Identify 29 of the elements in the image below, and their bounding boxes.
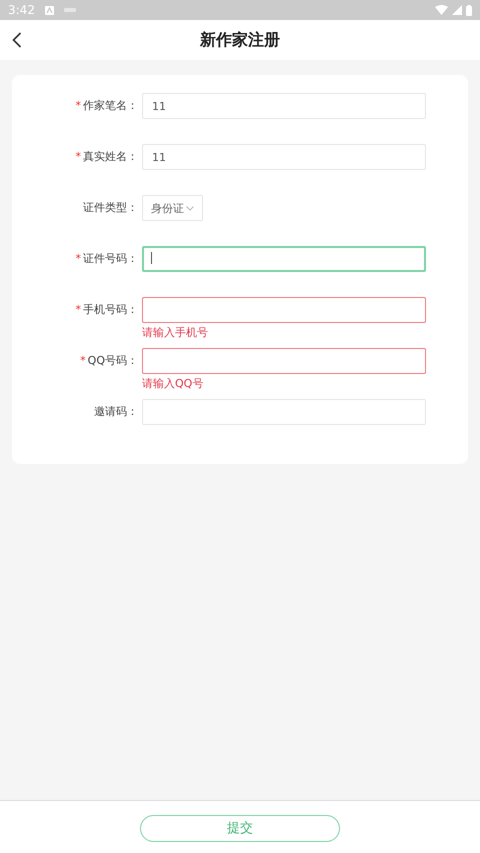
input-field[interactable]: 11	[142, 144, 426, 170]
notification-icon	[64, 7, 76, 13]
back-icon[interactable]	[12, 32, 22, 48]
input-field[interactable]	[142, 348, 426, 374]
required-mark: *	[76, 303, 81, 316]
required-mark: *	[76, 150, 81, 163]
required-mark: *	[76, 252, 81, 265]
field-label: 手机号码：	[83, 303, 138, 316]
notification-icon	[44, 6, 54, 14]
field-label: 证件号码：	[83, 252, 138, 265]
wifi-icon	[435, 5, 448, 15]
field-label: QQ号码：	[88, 354, 138, 367]
input-field[interactable]	[142, 246, 426, 272]
chevron-down-icon	[186, 206, 194, 210]
field-label: 邀请码：	[94, 405, 138, 418]
error-message: 请输入QQ号	[142, 376, 204, 391]
text-cursor	[151, 252, 152, 264]
error-message: 请输入手机号	[142, 325, 209, 340]
page-title: 新作家注册	[200, 30, 280, 50]
dropdown[interactable]: 身份证	[142, 195, 203, 221]
field-label: 证件类型：	[83, 201, 138, 214]
battery-icon	[466, 4, 472, 16]
input-field[interactable]: 11	[142, 93, 426, 119]
required-mark: *	[80, 354, 86, 367]
field-label: 真实姓名：	[83, 150, 138, 163]
required-mark: *	[76, 99, 81, 112]
signal-icon	[452, 5, 462, 15]
input-field[interactable]	[142, 297, 426, 323]
field-label: 作家笔名：	[83, 99, 138, 112]
